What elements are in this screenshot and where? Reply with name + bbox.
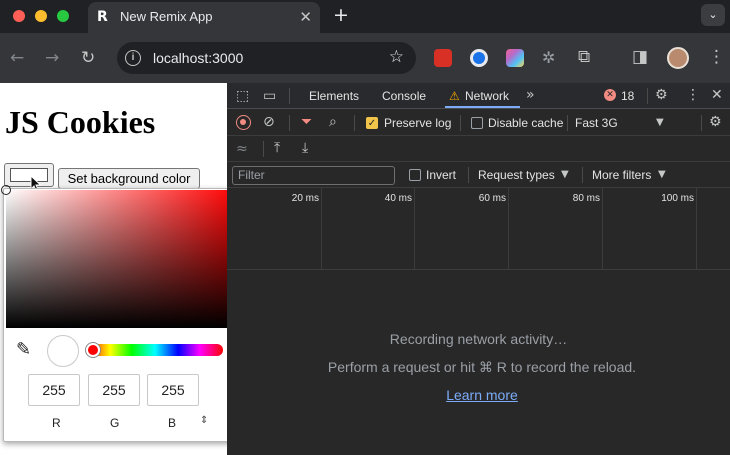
hue-handle[interactable]	[86, 343, 100, 357]
side-panel-icon[interactable]: ◨	[632, 47, 648, 67]
more-filters-dropdown[interactable]: More filters	[592, 168, 651, 182]
avatar[interactable]	[667, 47, 689, 69]
network-filter-bar: Filter Invert Request types ▼ More filte…	[227, 162, 730, 188]
eyedropper-icon[interactable]: ✎	[16, 339, 31, 360]
throttling-select[interactable]: Fast 3G	[575, 116, 618, 130]
url-text: localhost:3000	[153, 50, 244, 66]
forward-arrow-icon[interactable]: →	[45, 48, 59, 68]
kebab-menu-icon[interactable]: ⋮	[708, 47, 725, 67]
request-types-dropdown[interactable]: Request types	[478, 168, 555, 182]
devtools-tab-bar: ⬚ ▭ Elements Console ⚠ Network » ✕ 18 ⚙ …	[227, 83, 730, 109]
tab-console[interactable]: Console	[382, 89, 426, 103]
warning-icon: ⚠	[449, 89, 460, 103]
timeline-tick-label: 80 ms	[572, 193, 600, 204]
error-icon[interactable]: ✕	[604, 89, 616, 101]
color-input-swatch	[10, 168, 48, 182]
devtools-menu-icon[interactable]: ⋮	[686, 87, 700, 103]
active-tab-indicator	[445, 106, 520, 108]
empty-state-title: Recording network activity…	[389, 331, 568, 347]
error-count[interactable]: 18	[621, 89, 634, 103]
color-preview	[47, 335, 79, 367]
devtools-panel: ⬚ ▭ Elements Console ⚠ Network » ✕ 18 ⚙ …	[227, 83, 730, 455]
new-tab-icon[interactable]: +	[333, 5, 349, 25]
star-icon[interactable]: ☆	[389, 47, 404, 67]
extension-rainbow-icon[interactable]	[506, 49, 524, 67]
hue-slider[interactable]	[86, 343, 223, 357]
tab-elements[interactable]: Elements	[309, 89, 359, 103]
timeline-tick-label: 60 ms	[478, 193, 506, 204]
preserve-log-label: Preserve log	[384, 116, 452, 130]
more-tabs-icon[interactable]: »	[526, 87, 535, 103]
network-timeline-overview[interactable]: 20 ms 40 ms 60 ms 80 ms 100 ms	[227, 188, 730, 270]
color-input[interactable]	[4, 163, 54, 187]
tab-network[interactable]: Network	[465, 89, 509, 103]
settings-gear-icon[interactable]: ⚙	[655, 87, 668, 103]
site-info-icon[interactable]: i	[125, 50, 141, 66]
blue-label: B	[168, 416, 177, 430]
green-input[interactable]: 255	[88, 374, 140, 406]
learn-more-link[interactable]: Learn more	[227, 387, 730, 403]
page-title: JS Cookies	[5, 104, 156, 140]
close-devtools-icon[interactable]: ✕	[711, 87, 723, 103]
more-filters-chevron-icon[interactable]: ▼	[658, 167, 666, 183]
remix-logo-icon: R	[97, 9, 108, 25]
disable-cache-label: Disable cache	[488, 116, 564, 130]
back-arrow-icon[interactable]: ←	[10, 48, 24, 68]
empty-state-hint: Perform a request or hit ⌘ R to record t…	[327, 359, 637, 375]
format-toggle-icon[interactable]: ⇕	[200, 415, 208, 426]
extensions-icon[interactable]: ⧉	[578, 47, 590, 67]
browser-tab[interactable]: R New Remix App ✕	[88, 2, 320, 33]
green-label: G	[110, 416, 120, 430]
disable-cache-checkbox[interactable]	[471, 117, 483, 129]
timeline-tick-label: 20 ms	[291, 193, 319, 204]
network-toolbar: ⊘ ⏷ ⌕ ✓ Preserve log Disable cache Fast …	[227, 110, 730, 136]
filter-input[interactable]: Filter	[232, 166, 395, 185]
red-input[interactable]: 255	[28, 374, 80, 406]
bug-extension-icon[interactable]: ✲	[542, 48, 555, 68]
filter-icon[interactable]: ⏷	[301, 114, 312, 130]
browser-toolbar: ← → ↻ i localhost:3000 ☆ ✲ ⧉ ◨ ⋮	[0, 33, 730, 83]
minimize-window-button[interactable]	[35, 10, 47, 22]
preserve-log-checkbox[interactable]: ✓	[366, 117, 378, 129]
close-window-button[interactable]	[13, 10, 25, 22]
network-conditions-icon[interactable]: ≈	[236, 141, 248, 157]
request-types-chevron-icon[interactable]: ▼	[561, 167, 569, 183]
export-har-icon[interactable]: ⤓	[302, 140, 308, 156]
tab-search-chevron-icon[interactable]: ⌄	[701, 4, 725, 26]
extension-blue-icon[interactable]	[470, 49, 488, 67]
tab-title: New Remix App	[120, 9, 213, 24]
timeline-tick-label: 100 ms	[661, 193, 694, 204]
extension-red-icon[interactable]	[434, 49, 452, 67]
invert-checkbox[interactable]	[409, 169, 421, 181]
network-settings-gear-icon[interactable]: ⚙	[709, 114, 722, 130]
network-toolbar-secondary: ≈ ⤒ ⤓	[227, 136, 730, 162]
set-background-color-button[interactable]: Set background color	[58, 168, 200, 189]
throttling-dropdown-icon[interactable]: ▼	[656, 115, 664, 131]
saturation-value-field[interactable]	[1, 185, 238, 328]
blue-input[interactable]: 255	[147, 374, 199, 406]
invert-label: Invert	[426, 168, 457, 182]
color-picker-popup: ✎ 255 255 255 R G B ⇕	[1, 185, 239, 442]
timeline-tick-label: 40 ms	[384, 193, 412, 204]
red-label: R	[52, 416, 61, 430]
record-icon[interactable]	[236, 115, 251, 130]
clear-icon[interactable]: ⊘	[263, 114, 275, 130]
address-bar[interactable]: i localhost:3000 ☆	[117, 42, 416, 74]
tab-strip: R New Remix App ✕ + ⌄	[0, 0, 730, 33]
import-har-icon[interactable]: ⤒	[274, 140, 280, 156]
saturation-handle[interactable]	[1, 185, 11, 195]
search-icon[interactable]: ⌕	[329, 114, 337, 130]
close-tab-icon[interactable]: ✕	[299, 8, 312, 26]
maximize-window-button[interactable]	[57, 10, 69, 22]
device-toolbar-icon[interactable]: ▭	[263, 88, 276, 104]
reload-icon[interactable]: ↻	[81, 48, 95, 68]
inspect-element-icon[interactable]: ⬚	[236, 88, 249, 104]
